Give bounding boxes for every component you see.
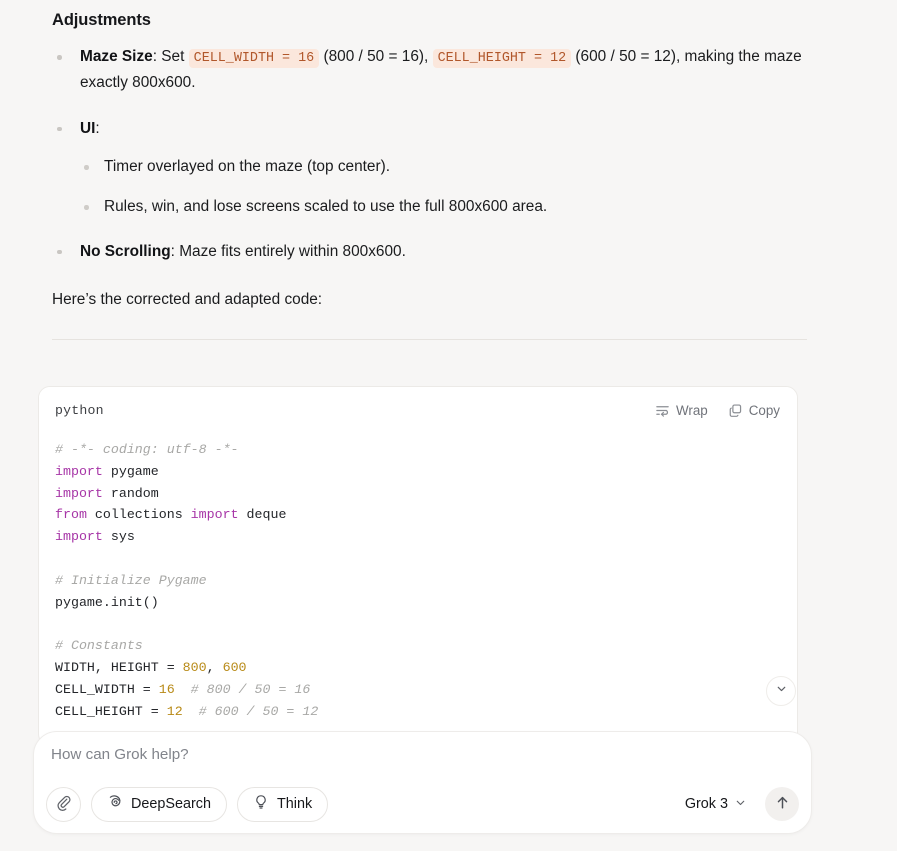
- think-label: Think: [277, 796, 313, 812]
- list-item-screens: Rules, win, and lose screens scaled to u…: [80, 195, 807, 220]
- model-selector[interactable]: Grok 3: [683, 796, 749, 813]
- copy-label: Copy: [748, 402, 780, 418]
- code-line: # Constants: [55, 638, 143, 654]
- code-block-actions: Wrap Copy: [655, 403, 780, 418]
- code-block-header: python Wrap Copy: [39, 387, 797, 433]
- inline-code-cell-width: CELL_WIDTH = 16: [188, 49, 320, 68]
- chevron-down-icon: [775, 682, 788, 700]
- collapse-code-button[interactable]: [766, 676, 796, 706]
- code-line-width-height: WIDTH, HEIGHT = 800, 600: [55, 659, 247, 675]
- attach-file-button[interactable]: [46, 786, 81, 822]
- inline-code-cell-height: CELL_HEIGHT = 12: [432, 49, 572, 68]
- model-label: Grok 3: [684, 796, 728, 812]
- code-line-import-random: import random: [55, 485, 159, 501]
- code-block: python Wrap Copy # -*- coding: utf-8 -*-…: [38, 386, 798, 746]
- list-item-maze-size: Maze Size: Set CELL_WIDTH = 16 (800 / 50…: [52, 44, 807, 97]
- code-line-cell-width: CELL_WIDTH = 16 # 800 / 50 = 16: [55, 681, 311, 697]
- assistant-message: Adjustments Maze Size: Set CELL_WIDTH = …: [0, 0, 897, 313]
- list-item-no-scrolling: No Scrolling: Maze fits entirely within …: [52, 239, 807, 265]
- code-language-label: python: [55, 402, 104, 418]
- code-line: # -*- coding: utf-8 -*-: [55, 442, 239, 457]
- paperclip-icon: [56, 795, 72, 814]
- grok-chat-screen: Adjustments Maze Size: Set CELL_WIDTH = …: [0, 0, 897, 851]
- list-item-text-1: : Set: [152, 48, 189, 65]
- section-divider: [52, 339, 807, 340]
- deepsearch-label: DeepSearch: [131, 796, 211, 812]
- arrow-up-icon: [774, 794, 791, 814]
- copy-button[interactable]: Copy: [728, 403, 780, 418]
- chevron-down-icon: [734, 796, 747, 813]
- code-line-pygame-init: pygame.init(): [55, 594, 159, 610]
- list-item-lead: Maze Size: [80, 48, 153, 65]
- page-title: Adjustments: [52, 11, 151, 29]
- list-item-text-2: (800 / 50 = 16),: [319, 48, 433, 65]
- deepsearch-button[interactable]: DeepSearch: [91, 786, 227, 822]
- composer: How can Grok help? DeepSearch Think Grok…: [33, 731, 812, 834]
- wrap-button[interactable]: Wrap: [655, 403, 708, 418]
- deepsearch-spiral-icon: [107, 794, 123, 814]
- list-item-lead: UI: [80, 119, 96, 137]
- lightbulb-icon: [253, 794, 269, 814]
- code-content[interactable]: # -*- coding: utf-8 -*- import pygame im…: [39, 433, 797, 722]
- wrap-icon: [655, 403, 670, 418]
- message-input[interactable]: How can Grok help?: [51, 746, 189, 763]
- code-line-cell-height: CELL_HEIGHT = 12 # 600 / 50 = 12: [55, 703, 319, 719]
- list-item-text-1: : Maze fits entirely within 800x600.: [170, 242, 406, 260]
- list-item-lead: No Scrolling: [80, 242, 171, 260]
- ui-sub-list: Timer overlayed on the maze (top center)…: [80, 155, 807, 219]
- code-line-from-collections: from collections import deque: [55, 507, 287, 523]
- adjustments-list: Maze Size: Set CELL_WIDTH = 16 (800 / 50…: [52, 44, 807, 265]
- think-button[interactable]: Think: [237, 786, 329, 822]
- list-item-ui: UI: Timer overlayed on the maze (top cen…: [52, 116, 807, 220]
- wrap-label: Wrap: [675, 402, 708, 418]
- list-item-timer: Timer overlayed on the maze (top center)…: [80, 155, 807, 180]
- composer-toolbar: DeepSearch Think Grok 3: [46, 785, 799, 823]
- code-line-import-sys: import sys: [55, 529, 135, 545]
- closing-paragraph: Here’s the corrected and adapted code:: [52, 291, 323, 309]
- code-line-import-pygame: import pygame: [55, 463, 159, 479]
- code-line: # Initialize Pygame: [55, 572, 207, 588]
- send-button[interactable]: [765, 787, 799, 821]
- list-item-text-1: :: [95, 119, 100, 137]
- copy-icon: [728, 403, 743, 418]
